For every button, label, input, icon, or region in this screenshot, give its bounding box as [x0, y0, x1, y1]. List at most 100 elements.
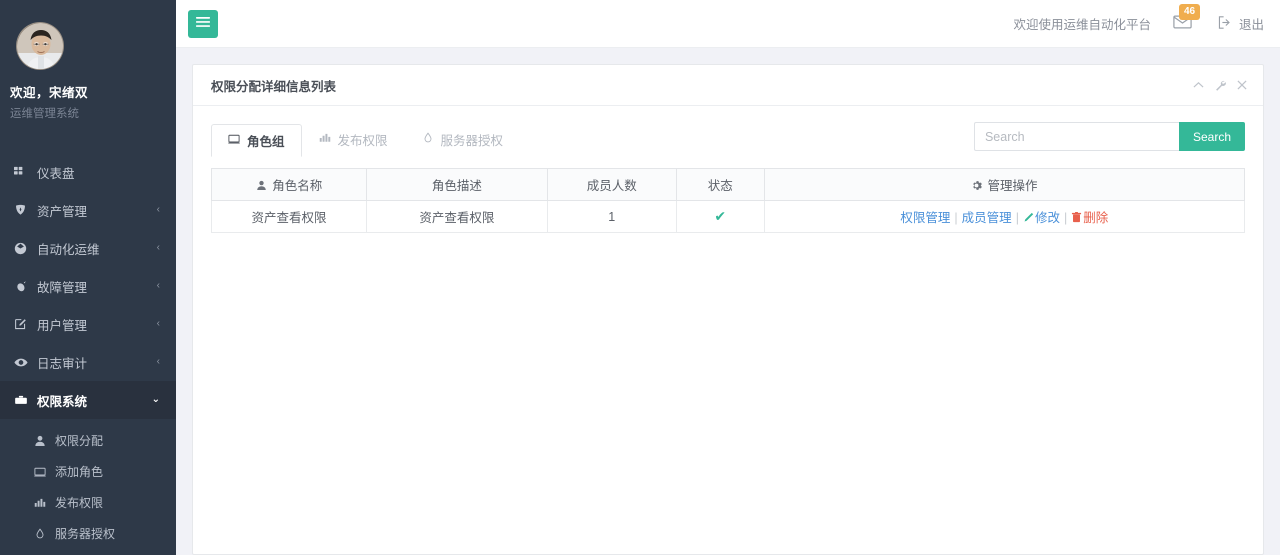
sidebar: 欢迎，宋绪双 运维管理系统 仪表盘 资产管理 ‹ 自动化运维 ‹ 故障管理 ‹ … [0, 0, 176, 555]
action-edit[interactable]: 修改 [1023, 211, 1060, 225]
search-group: Search [973, 122, 1245, 151]
sidebar-item-permission-system[interactable]: 权限系统 ⌄ [0, 381, 176, 419]
user-avatar-photo [17, 23, 63, 69]
cell-member-count: 1 [546, 200, 677, 233]
messages-button[interactable]: 46 [1173, 4, 1201, 32]
sidebar-item-label: 资产管理 [37, 204, 88, 219]
sidebar-item-log-audit[interactable]: 日志审计 ‹ [0, 343, 176, 381]
sidebar-item-publish-permission[interactable]: 发布权限 [0, 487, 176, 518]
monitor-icon [228, 133, 240, 148]
chevron-left-icon: ‹ [156, 204, 160, 215]
content-area: 权限分配详细信息列表 角色组 发布权限 服务器授权 Search Search … [176, 48, 1280, 555]
sidebar-item-server-authorize[interactable]: 服务器授权 [0, 518, 176, 549]
column-header-actions: 管理操作 [763, 168, 1246, 201]
app-root: 欢迎，宋绪双 运维管理系统 仪表盘 资产管理 ‹ 自动化运维 ‹ 故障管理 ‹ … [0, 0, 1280, 555]
trash-icon [1071, 212, 1082, 226]
user-icon [34, 435, 52, 447]
table-body: 资产查看权限 资产查看权限 1 ✔ 权限管理 | 成员管理 | 修改 | 删除 [211, 200, 1246, 233]
tab-role-group[interactable]: 角色组 [211, 124, 302, 157]
tab-label: 服务器授权 [440, 134, 504, 148]
hamburger-icon [196, 16, 210, 31]
monitor-icon [34, 466, 52, 478]
sidebar-item-label: 仪表盘 [37, 166, 75, 181]
profile-greeting: 欢迎，宋绪双 [10, 86, 89, 100]
pencil-icon [1023, 212, 1034, 226]
sidebar-subitem-label: 添加角色 [55, 465, 104, 479]
column-header-role-name: 角色名称 [211, 168, 367, 201]
sidebar-subitem-label: 服务器授权 [55, 527, 116, 541]
roles-table: 角色名称 角色描述 成员人数 状态 管理操作 资产查看权限 资产查看权限 1 ✔… [211, 168, 1246, 233]
briefcase-icon [14, 394, 33, 407]
gear-icon [971, 180, 985, 194]
shield-icon [14, 204, 33, 217]
action-edit-label: 修改 [1034, 211, 1060, 225]
dashboard-grid-icon [14, 166, 33, 179]
server-icon [422, 132, 434, 147]
main-area: 欢迎使用运维自动化平台 46 退出 权限分配详细信息列表 角色组 发布权限 服务… [176, 0, 1280, 555]
avatar[interactable] [16, 22, 64, 70]
message-count-badge: 46 [1178, 4, 1201, 20]
action-separator: | [954, 211, 958, 225]
cube-icon [14, 242, 33, 255]
column-header-label: 管理操作 [987, 179, 1038, 193]
cell-role-description: 资产查看权限 [365, 200, 548, 233]
sidebar-item-add-role[interactable]: 添加角色 [0, 456, 176, 487]
action-delete-label: 删除 [1083, 211, 1109, 225]
tabs: 角色组 发布权限 服务器授权 [211, 123, 521, 157]
close-icon[interactable] [1237, 80, 1247, 90]
table-head: 角色名称 角色描述 成员人数 状态 管理操作 [211, 168, 1246, 201]
server-icon [34, 527, 52, 540]
chevron-up-icon[interactable] [1193, 81, 1204, 89]
sidebar-item-label: 故障管理 [37, 280, 88, 295]
chevron-down-icon: ⌄ [151, 394, 160, 405]
sidebar-item-permission-assign[interactable]: 权限分配 [0, 425, 176, 456]
panel-body: 角色组 发布权限 服务器授权 Search Search 角色名称 角色描述 成… [193, 106, 1263, 233]
logout-label: 退出 [1238, 18, 1264, 32]
chevron-left-icon: ‹ [156, 242, 160, 253]
sidebar-subitem-label: 发布权限 [55, 496, 104, 510]
sidebar-nav: 仪表盘 资产管理 ‹ 自动化运维 ‹ 故障管理 ‹ 用户管理 ‹ 日志审计 ‹ … [0, 153, 176, 555]
profile-subtitle: 运维管理系统 [10, 108, 79, 120]
sidebar-item-user-management[interactable]: 用户管理 ‹ [0, 305, 176, 343]
bar-chart-icon [34, 497, 52, 509]
sidebar-item-asset-management[interactable]: 资产管理 ‹ [0, 191, 176, 229]
column-header-role-description: 角色描述 [365, 168, 548, 201]
sidebar-toggle-button[interactable] [188, 9, 218, 38]
sidebar-item-label: 日志审计 [37, 356, 88, 371]
logout-button[interactable]: 退出 [1218, 14, 1264, 33]
action-member-manage[interactable]: 成员管理 [962, 211, 1012, 225]
sidebar-subnav-permission-system: 权限分配 添加角色 发布权限 服务器授权 [0, 419, 176, 555]
sidebar-item-label: 权限系统 [37, 394, 88, 409]
bug-icon [14, 280, 33, 293]
panel-header: 权限分配详细信息列表 [193, 65, 1263, 106]
wrench-icon[interactable] [1215, 80, 1226, 91]
sidebar-item-dashboard[interactable]: 仪表盘 [0, 153, 176, 191]
bar-chart-icon [319, 132, 331, 147]
user-icon [256, 180, 270, 194]
chevron-left-icon: ‹ [156, 280, 160, 291]
sidebar-item-label: 用户管理 [37, 318, 88, 333]
column-header-label: 角色名称 [272, 179, 323, 193]
check-icon: ✔ [714, 208, 727, 224]
panel-tools [1193, 80, 1247, 91]
column-header-member-count: 成员人数 [546, 168, 677, 201]
cell-role-name: 资产查看权限 [211, 200, 367, 233]
topbar: 欢迎使用运维自动化平台 46 退出 [176, 0, 1280, 48]
search-input[interactable] [973, 122, 1179, 151]
welcome-text: 欢迎使用运维自动化平台 [1013, 18, 1151, 32]
search-button[interactable]: Search [1178, 122, 1245, 151]
column-header-status: 状态 [675, 168, 765, 201]
sidebar-item-automation[interactable]: 自动化运维 ‹ [0, 229, 176, 267]
cell-status: ✔ [675, 200, 765, 233]
chevron-left-icon: ‹ [156, 318, 160, 329]
sidebar-item-fault-management[interactable]: 故障管理 ‹ [0, 267, 176, 305]
action-separator: | [1015, 211, 1019, 225]
sidebar-item-label: 自动化运维 [37, 242, 100, 257]
tab-server-authorize[interactable]: 服务器授权 [405, 123, 521, 156]
cell-actions: 权限管理 | 成员管理 | 修改 | 删除 [763, 200, 1246, 233]
action-delete[interactable]: 删除 [1071, 211, 1108, 225]
tab-publish-permission[interactable]: 发布权限 [302, 123, 405, 156]
tab-bar: 角色组 发布权限 服务器授权 Search Search [211, 118, 1245, 157]
action-permission-manage[interactable]: 权限管理 [900, 211, 950, 225]
permission-panel: 权限分配详细信息列表 角色组 发布权限 服务器授权 Search Search … [192, 64, 1264, 555]
